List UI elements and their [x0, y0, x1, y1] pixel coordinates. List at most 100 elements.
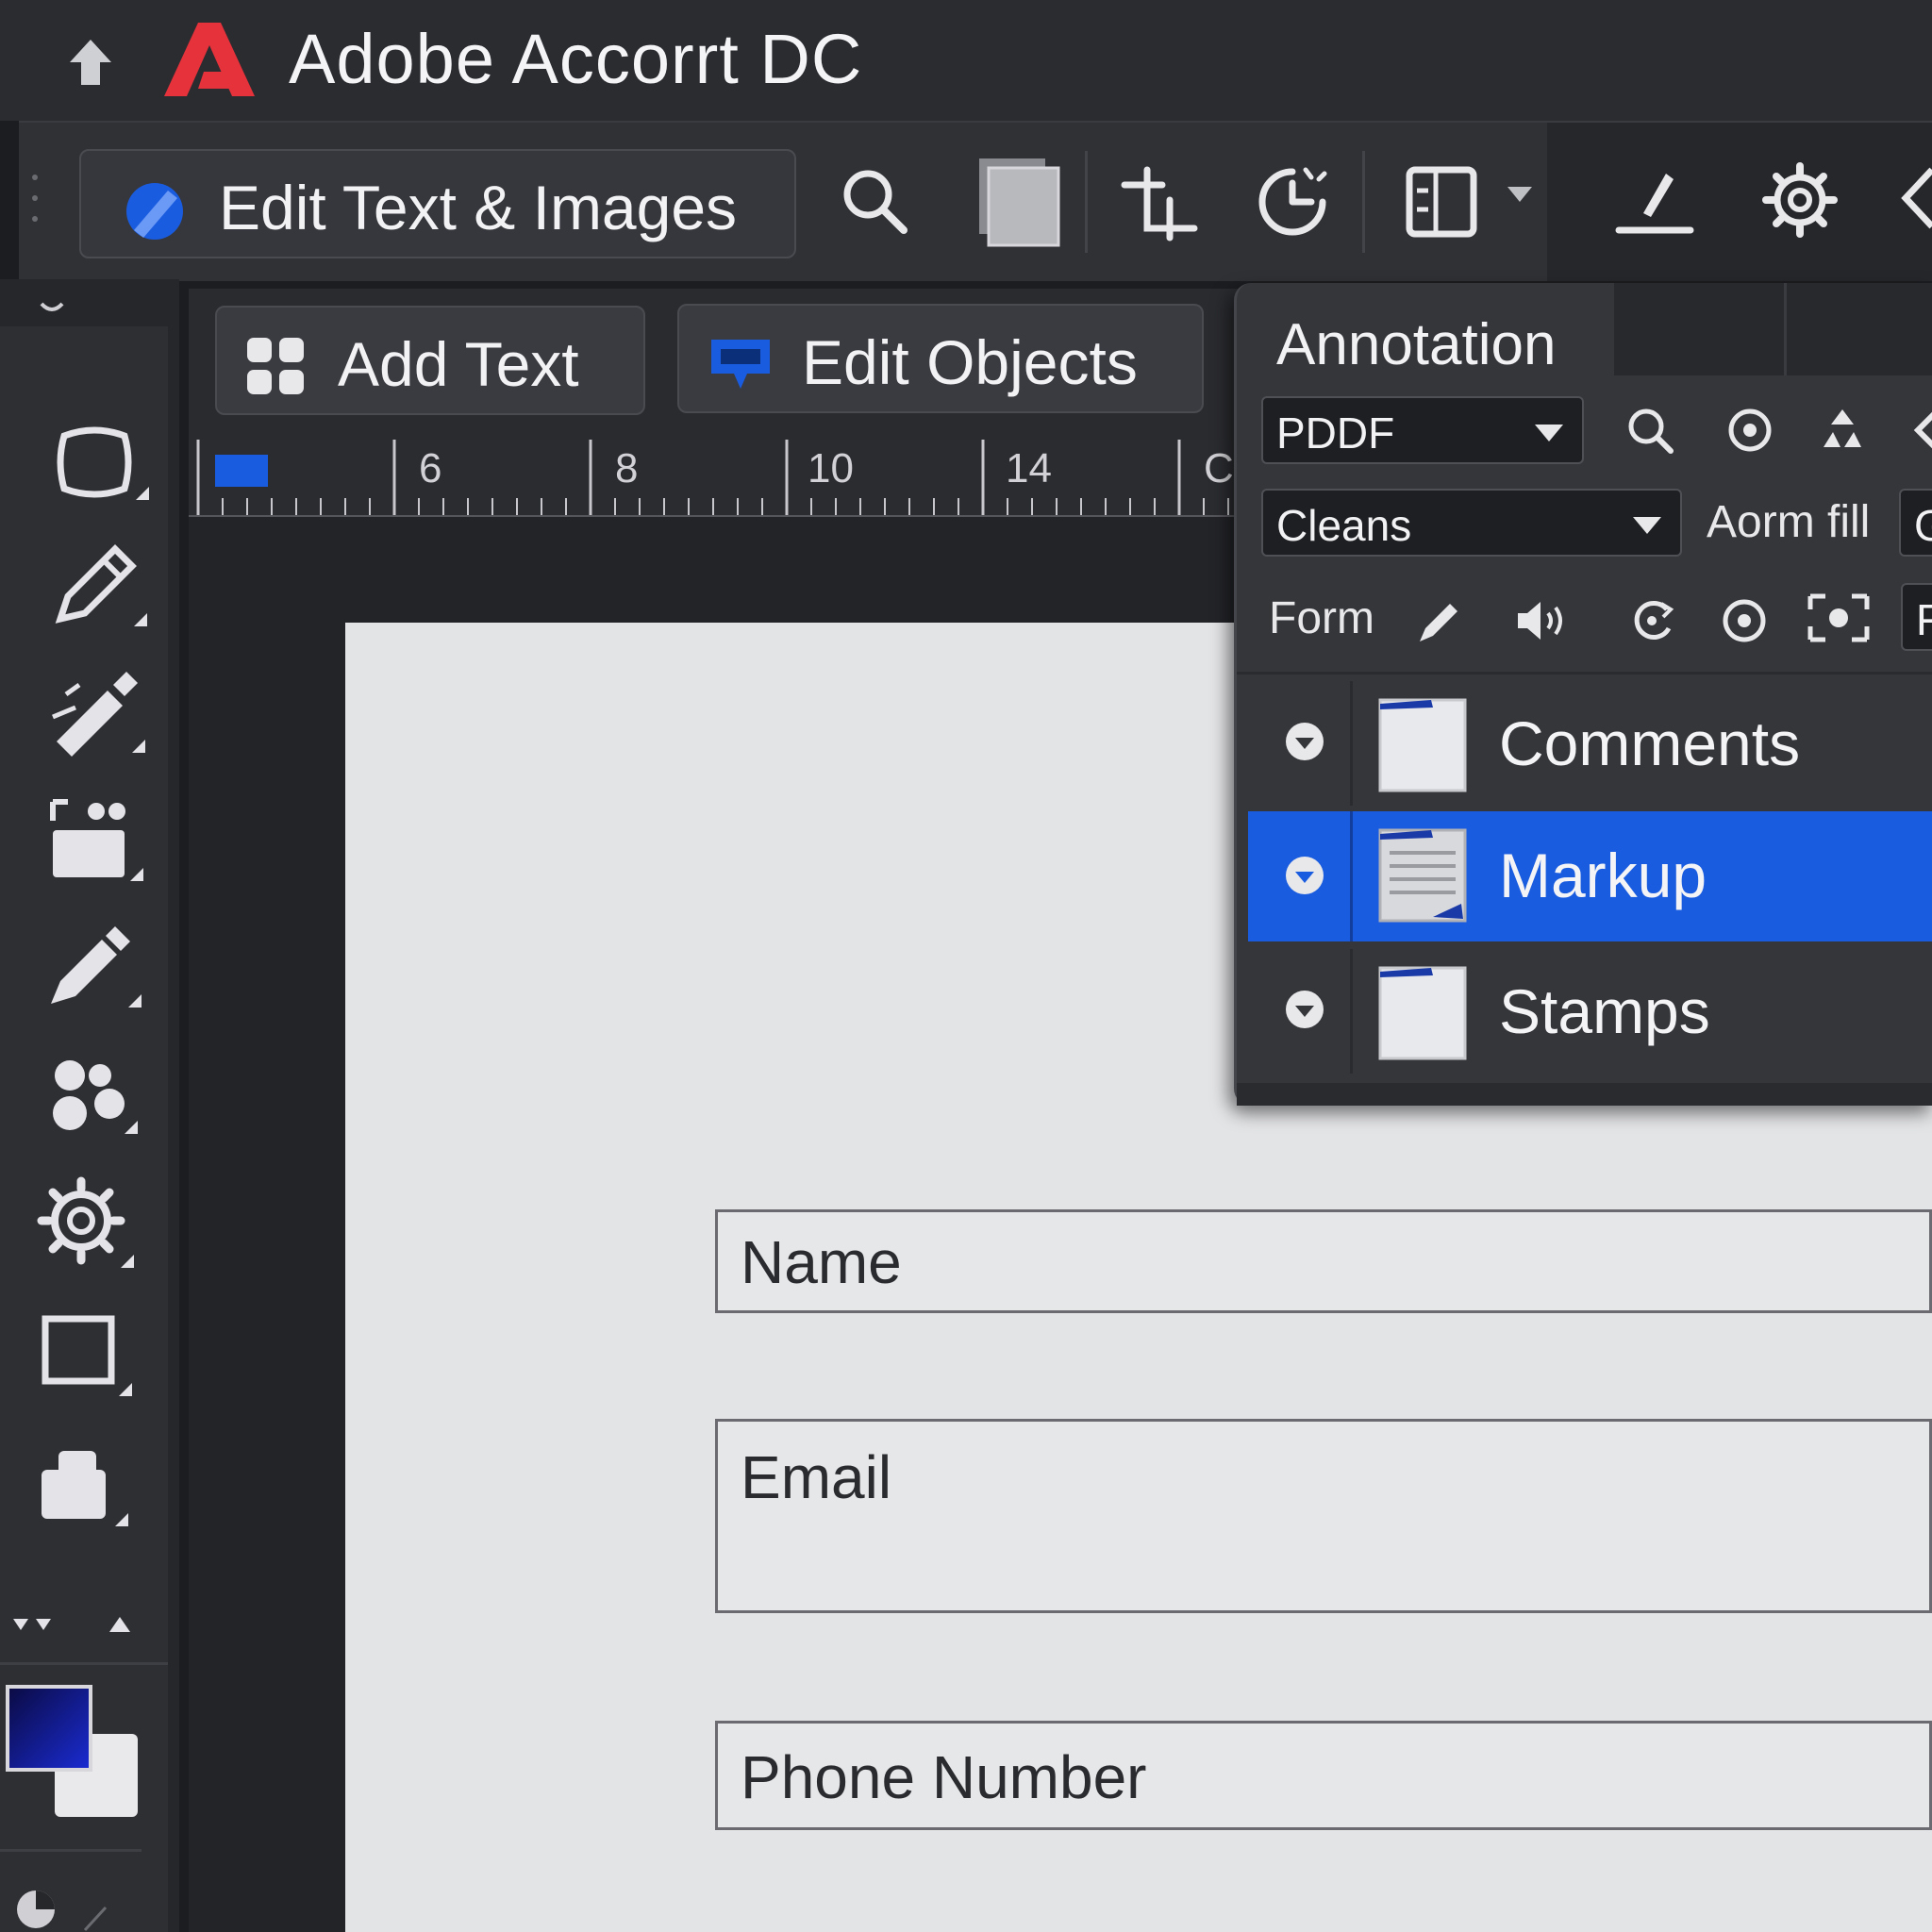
- speaker-icon[interactable]: [1514, 594, 1567, 647]
- collapse-icon[interactable]: [38, 298, 66, 319]
- flyout-indicator: [132, 740, 145, 753]
- document-icon: [1378, 828, 1467, 923]
- add-text-label: Add Text: [338, 329, 579, 399]
- more-tools-icon[interactable]: [11, 1615, 58, 1638]
- chevron-down-icon[interactable]: [1282, 853, 1327, 898]
- format-dropdown[interactable]: PDDF: [1261, 396, 1584, 464]
- pages-icon[interactable]: [974, 155, 1064, 249]
- record-icon[interactable]: [1718, 594, 1771, 647]
- expand-icon[interactable]: [108, 1615, 132, 1634]
- flyout-indicator: [121, 1255, 134, 1268]
- share-icon[interactable]: [1896, 160, 1932, 240]
- phone-number-field-label: Phone Number: [741, 1743, 1147, 1811]
- edit-text-images-button[interactable]: Edit Text & Images: [79, 149, 796, 258]
- list-item-stamps[interactable]: Stamps: [1248, 949, 1932, 1074]
- sign-icon[interactable]: [1615, 160, 1694, 240]
- markup-label: Markup: [1499, 841, 1707, 910]
- rectangle-icon[interactable]: [34, 1307, 128, 1402]
- toolbar-separator: [1362, 151, 1365, 253]
- partial-icon[interactable]: [1908, 404, 1932, 457]
- style-dropdown-value: Cleans: [1276, 501, 1412, 550]
- flyout-indicator: [128, 994, 142, 1008]
- settings-icon[interactable]: [1760, 160, 1840, 240]
- select-area-icon[interactable]: [1805, 587, 1873, 649]
- form-label: Form: [1269, 593, 1374, 643]
- chevron-down-icon[interactable]: [1282, 719, 1327, 764]
- adobe-logo-icon: [164, 23, 255, 96]
- slash-icon: [83, 1906, 108, 1932]
- edit-text-images-label: Edit Text & Images: [219, 173, 738, 242]
- tool-divider: [0, 1662, 168, 1665]
- document-icon: [1378, 966, 1467, 1060]
- list-item-markup[interactable]: Markup: [1248, 811, 1932, 941]
- crop-icon[interactable]: [1119, 162, 1198, 242]
- pen-icon[interactable]: [1412, 594, 1465, 647]
- row-separator: [1350, 811, 1353, 941]
- refresh-icon[interactable]: [1625, 594, 1678, 647]
- grid-icon: [247, 338, 304, 394]
- name-field[interactable]: Name: [715, 1209, 1932, 1313]
- pencil-icon[interactable]: [47, 538, 142, 632]
- flyout-indicator: [119, 1383, 132, 1396]
- select-object-icon[interactable]: [47, 415, 142, 509]
- horizontal-ruler[interactable]: 6 8 10 14 C: [189, 440, 1245, 517]
- eraser-icon[interactable]: [30, 1438, 125, 1532]
- image-tool-icon[interactable]: [47, 792, 142, 887]
- ruler-label: 10: [808, 445, 854, 491]
- foreground-color-swatch[interactable]: [6, 1685, 92, 1772]
- recycle-icon[interactable]: [1816, 404, 1869, 457]
- search-icon[interactable]: [1624, 404, 1676, 457]
- list-item-comments[interactable]: Comments: [1248, 681, 1932, 806]
- chevron-down-icon[interactable]: [1282, 987, 1327, 1032]
- edit-objects-button[interactable]: Edit Objects: [677, 304, 1204, 413]
- tool-divider: [0, 1849, 142, 1852]
- fill-input[interactable]: G: [1899, 489, 1932, 557]
- target-icon[interactable]: [1724, 404, 1776, 457]
- add-text-button[interactable]: Add Text: [215, 306, 645, 415]
- main-toolbar: Edit Text & Images: [19, 121, 1932, 281]
- style-dropdown[interactable]: Cleans: [1261, 489, 1682, 557]
- quick-mask-icon[interactable]: [13, 1887, 58, 1932]
- extra-input[interactable]: F: [1901, 583, 1932, 651]
- stamp-shapes-icon[interactable]: [42, 1047, 136, 1141]
- fill-input-value: G: [1914, 501, 1932, 550]
- extra-input-value: F: [1916, 595, 1932, 644]
- panel-title[interactable]: Annotation: [1276, 311, 1556, 378]
- ruler-label: C: [1204, 445, 1234, 491]
- flyout-indicator: [130, 868, 143, 881]
- edit-text-icon: [126, 183, 183, 240]
- edit-objects-icon: [711, 340, 770, 389]
- timer-icon[interactable]: [1253, 162, 1332, 242]
- search-icon[interactable]: [836, 162, 915, 242]
- ruler-label: 8: [615, 445, 639, 491]
- stamps-label: Stamps: [1499, 976, 1710, 1046]
- comments-label: Comments: [1499, 708, 1801, 778]
- panel-tab-area: [1614, 283, 1932, 375]
- format-dropdown-value: PDDF: [1276, 408, 1395, 458]
- flyout-indicator: [115, 1513, 128, 1526]
- panel-footer: [1237, 1083, 1932, 1106]
- row-separator: [1350, 949, 1353, 1074]
- tab-divider: [1784, 283, 1787, 375]
- brush-icon[interactable]: [43, 921, 138, 1015]
- highlighter-icon[interactable]: [47, 666, 142, 760]
- chevron-down-icon[interactable]: [1506, 185, 1534, 204]
- flyout-indicator: [125, 1121, 138, 1134]
- name-field-label: Name: [741, 1228, 902, 1296]
- annotation-panel: Annotation PDDF Cleans Aorm fill G Form: [1234, 283, 1932, 1106]
- panel-divider: [1237, 672, 1932, 675]
- gear-tool-icon[interactable]: [34, 1174, 128, 1268]
- title-bar: Adobe Accorrt DC: [0, 0, 1932, 121]
- up-arrow-icon[interactable]: [62, 34, 119, 91]
- document-icon: [1378, 698, 1467, 792]
- email-field[interactable]: Email: [715, 1419, 1932, 1613]
- phone-number-field[interactable]: Phone Number: [715, 1721, 1932, 1830]
- grip-handle-icon[interactable]: [30, 170, 40, 226]
- email-field-label: Email: [741, 1443, 892, 1511]
- toolbar-separator: [1085, 151, 1088, 253]
- panel-icon[interactable]: [1402, 162, 1481, 242]
- ruler-ticks: [196, 440, 1229, 515]
- secondary-toolbar: Add Text Edit Objects: [189, 289, 1245, 440]
- row-separator: [1350, 681, 1353, 806]
- edit-objects-label: Edit Objects: [802, 327, 1138, 397]
